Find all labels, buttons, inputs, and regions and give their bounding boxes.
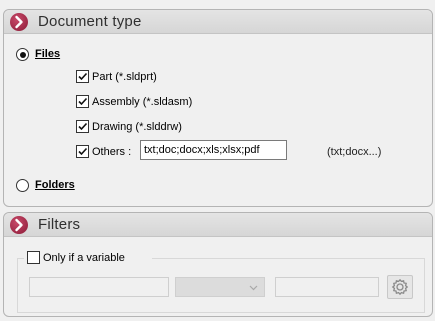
variable-name-input[interactable] (29, 277, 169, 297)
document-type-header[interactable]: Document type (4, 10, 432, 34)
document-type-panel: Document type Files Part (*.sldprt) Asse… (3, 9, 433, 207)
others-extensions-input[interactable]: txt;doc;docx;xls;xlsx;pdf (140, 140, 287, 160)
only-variable-checkbox[interactable] (27, 251, 40, 264)
folders-radio-label[interactable]: Folders (35, 179, 75, 191)
settings-button[interactable] (387, 275, 413, 299)
filters-panel: Filters Only if a variable (3, 212, 433, 317)
filters-header[interactable]: Filters (4, 213, 432, 237)
gear-icon (391, 278, 409, 296)
filters-title: Filters (38, 216, 81, 233)
drawing-checkbox-label[interactable]: Drawing (*.slddrw) (92, 121, 182, 133)
chevron-down-icon (249, 284, 258, 292)
files-radio-label[interactable]: Files (35, 48, 60, 60)
only-variable-label[interactable]: Only if a variable (43, 252, 125, 264)
others-checkbox[interactable] (76, 145, 89, 158)
chevron-right-icon[interactable] (10, 13, 28, 31)
part-checkbox[interactable] (76, 70, 89, 83)
part-checkbox-label[interactable]: Part (*.sldprt) (92, 71, 157, 83)
variable-filter-legend: Only if a variable (24, 250, 152, 266)
chevron-right-icon[interactable] (10, 216, 28, 234)
assembly-checkbox[interactable] (76, 95, 89, 108)
drawing-checkbox[interactable] (76, 120, 89, 133)
assembly-checkbox-label[interactable]: Assembly (*.sldasm) (92, 96, 192, 108)
others-checkbox-label[interactable]: Others : (92, 146, 131, 158)
operator-select[interactable] (175, 277, 265, 297)
folders-radio[interactable] (16, 179, 29, 192)
variable-value-input[interactable] (275, 277, 379, 297)
others-extensions-hint: (txt;docx...) (327, 146, 382, 158)
document-type-title: Document type (38, 13, 142, 30)
files-radio[interactable] (16, 48, 29, 61)
